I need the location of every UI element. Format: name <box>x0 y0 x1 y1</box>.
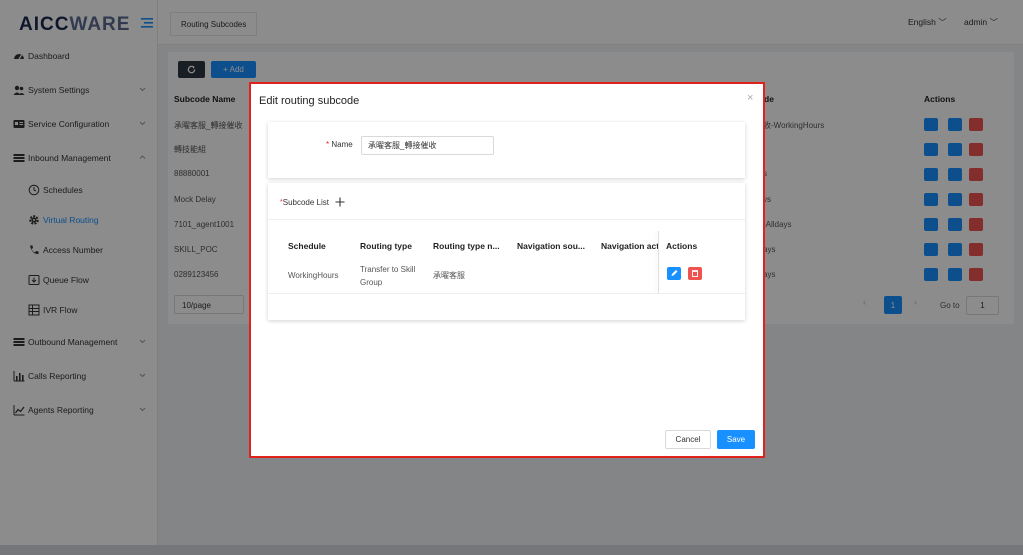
column-header-routing-type-name: Routing type n... <box>433 241 500 251</box>
subcode-list-label: Subcode List <box>282 197 329 207</box>
name-input[interactable] <box>361 136 494 155</box>
column-header-actions: Actions <box>666 241 698 251</box>
column-header-navigation-source: Navigation sou... <box>517 241 586 251</box>
column-header-navigation-action: Navigation act <box>601 241 660 251</box>
fixed-column-divider <box>658 231 659 293</box>
save-button[interactable]: Save <box>717 430 755 449</box>
close-icon[interactable]: × <box>747 92 753 104</box>
edit-routing-subcode-dialog: Edit routing subcode × * Name * Subcode … <box>249 82 765 458</box>
subcode-routing-type-name: 承曜客服 <box>433 271 465 280</box>
name-label-text: Name <box>331 140 353 149</box>
subcode-schedule: WorkingHours <box>288 271 339 280</box>
column-header-schedule: Schedule <box>288 241 326 251</box>
subcode-list-header: * Subcode List <box>280 197 345 207</box>
edit-icon <box>671 270 678 276</box>
add-subcode-icon[interactable] <box>335 197 345 207</box>
name-card: * Name <box>268 122 745 178</box>
subcode-routing-type: Transfer to Skill Group <box>360 265 416 287</box>
edit-subcode-button[interactable] <box>667 267 681 280</box>
delete-icon <box>692 270 698 277</box>
subcode-list-card: * Subcode List Schedule Routing type Rou… <box>268 183 745 320</box>
dialog-title: Edit routing subcode <box>259 95 360 107</box>
name-label: * Name <box>326 140 353 149</box>
divider <box>268 293 745 294</box>
column-header-routing-type: Routing type <box>360 241 412 251</box>
cancel-button[interactable]: Cancel <box>665 430 711 449</box>
delete-subcode-button[interactable] <box>688 267 702 280</box>
divider <box>268 219 745 220</box>
